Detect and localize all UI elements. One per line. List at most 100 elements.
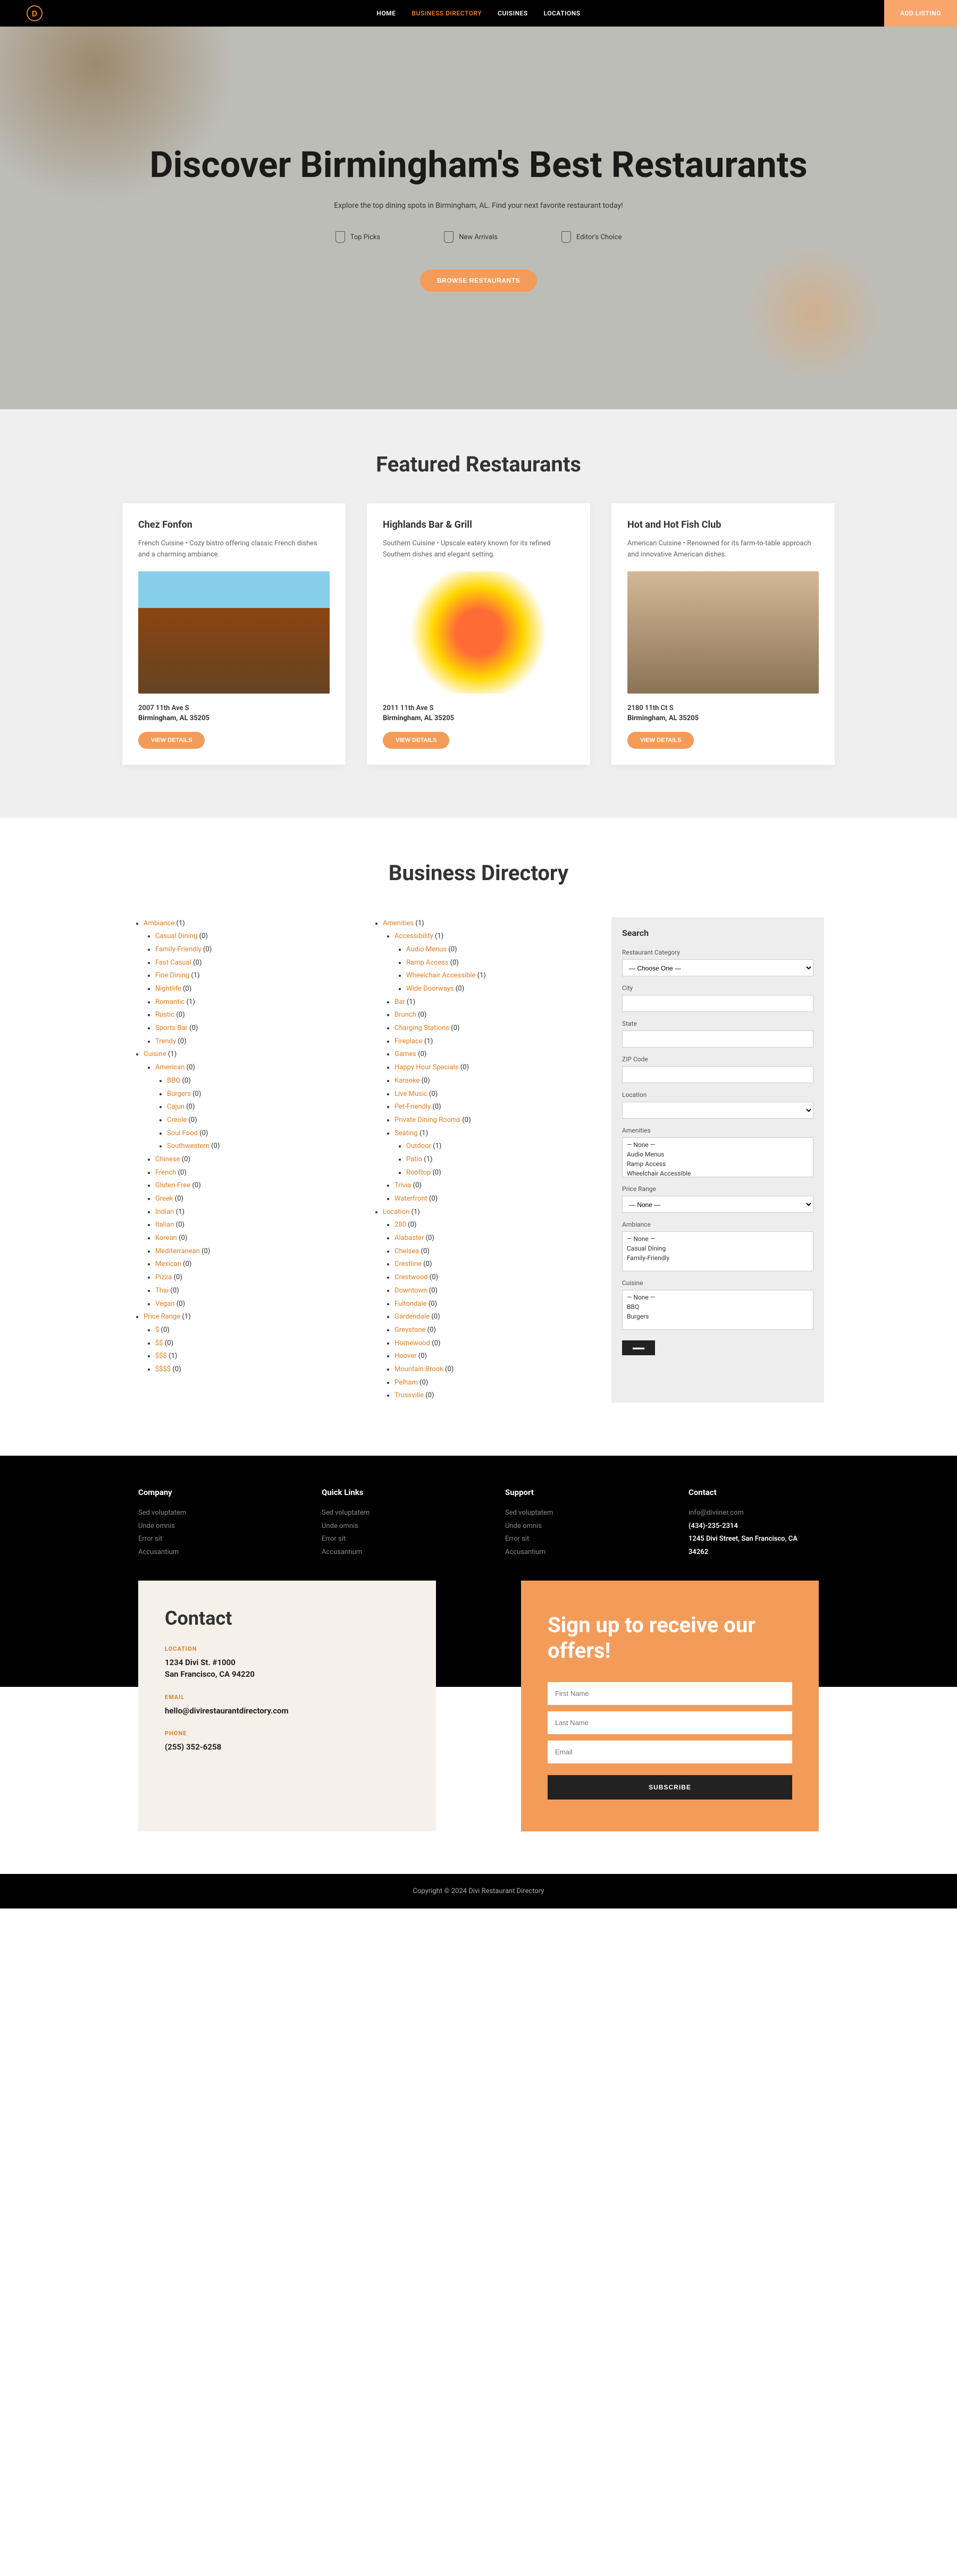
directory-link[interactable]: Crestwood xyxy=(394,1273,428,1281)
directory-link[interactable]: Chinese xyxy=(155,1155,180,1163)
directory-link[interactable]: Charging Stations xyxy=(394,1024,449,1032)
directory-link[interactable]: $ xyxy=(155,1326,159,1334)
directory-link[interactable]: Mexican xyxy=(155,1260,181,1268)
directory-link[interactable]: Ramp Access xyxy=(406,959,448,967)
directory-link[interactable]: French xyxy=(155,1169,176,1177)
input-state[interactable] xyxy=(622,1031,813,1048)
directory-link[interactable]: Wide Doorways xyxy=(406,985,454,993)
select-location[interactable] xyxy=(622,1102,813,1119)
directory-link[interactable]: Cuisine xyxy=(144,1050,166,1058)
directory-link[interactable]: Alabaster xyxy=(394,1234,424,1242)
directory-link[interactable]: Southwestern xyxy=(167,1142,209,1150)
directory-link[interactable]: Games xyxy=(394,1050,416,1058)
select-price[interactable]: — None — xyxy=(622,1196,813,1213)
directory-link[interactable]: Italian xyxy=(155,1221,174,1229)
directory-link[interactable]: Downtown xyxy=(394,1287,427,1295)
directory-link[interactable]: Casual Dining xyxy=(155,932,197,940)
directory-link[interactable]: Sports Bar xyxy=(155,1024,188,1032)
footer-link[interactable]: Unde omnis xyxy=(138,1520,268,1533)
nav-cuisines[interactable]: CUISINES xyxy=(498,10,528,17)
search-submit-button[interactable]: ▬▬ xyxy=(622,1340,655,1355)
directory-link[interactable]: Fine Dining xyxy=(155,972,189,979)
directory-link[interactable]: Burgers xyxy=(167,1090,191,1098)
directory-link[interactable]: Trussville xyxy=(394,1391,424,1399)
directory-link[interactable]: American xyxy=(155,1063,184,1071)
directory-link[interactable]: Pet-Friendly xyxy=(394,1103,431,1111)
multi-ambiance[interactable]: — None —Casual DiningFamily-Friendly xyxy=(622,1231,813,1271)
directory-link[interactable]: Greystone xyxy=(394,1326,425,1334)
nav-business-directory[interactable]: BUSINESS DIRECTORY xyxy=(412,10,482,17)
input-city[interactable] xyxy=(622,995,813,1012)
directory-link[interactable]: Hoover xyxy=(394,1352,417,1360)
footer-link[interactable]: Error sit xyxy=(505,1533,635,1546)
subscribe-button[interactable]: SUBSCRIBE xyxy=(548,1775,792,1800)
nav-home[interactable]: HOME xyxy=(376,10,396,17)
directory-link[interactable]: Soul Food xyxy=(167,1129,198,1137)
directory-link[interactable]: Ambiance xyxy=(144,919,174,927)
directory-link[interactable]: Gluten-Free xyxy=(155,1181,190,1189)
directory-link[interactable]: Rooftop xyxy=(406,1169,431,1177)
directory-link[interactable]: Waterfront xyxy=(394,1195,427,1203)
input-email[interactable] xyxy=(548,1741,792,1763)
multi-option[interactable]: Burgers xyxy=(625,1312,811,1321)
multi-option[interactable]: — None — xyxy=(625,1293,811,1302)
footer-link[interactable]: Error sit xyxy=(138,1533,268,1546)
directory-link[interactable]: Bar xyxy=(394,998,405,1006)
directory-link[interactable]: Fultondale xyxy=(394,1300,427,1308)
multi-option[interactable]: Ramp Access xyxy=(625,1159,811,1169)
select-category[interactable]: — Choose One — xyxy=(622,959,813,976)
footer-link[interactable]: Sed voluptatem xyxy=(322,1507,452,1520)
footer-link[interactable]: info@diviiner.com xyxy=(689,1507,819,1520)
multi-option[interactable]: Wheelchair Accessible xyxy=(625,1169,811,1177)
directory-link[interactable]: $$$$ xyxy=(155,1365,171,1373)
directory-link[interactable]: Greek xyxy=(155,1195,173,1203)
footer-link[interactable]: Sed voluptatem xyxy=(138,1507,268,1520)
directory-link[interactable]: Crestline xyxy=(394,1260,422,1268)
multi-option[interactable]: Audio Menus xyxy=(625,1150,811,1159)
footer-link[interactable]: Unde omnis xyxy=(322,1520,452,1533)
directory-link[interactable]: Karaoke xyxy=(394,1077,419,1085)
directory-link[interactable]: Happy Hour Specials xyxy=(394,1063,459,1071)
multi-option[interactable]: Family-Friendly xyxy=(625,1253,811,1263)
directory-link[interactable]: Homewood xyxy=(394,1339,430,1347)
nav-locations[interactable]: LOCATIONS xyxy=(544,10,581,17)
multi-option[interactable]: — None — xyxy=(625,1140,811,1150)
view-details-button[interactable]: VIEW DETAILS xyxy=(627,732,694,749)
directory-link[interactable]: Live Music xyxy=(394,1090,427,1098)
directory-link[interactable]: Mountain Brook xyxy=(394,1365,443,1373)
directory-link[interactable]: $$$ xyxy=(155,1352,167,1360)
directory-link[interactable]: 280 xyxy=(394,1221,406,1229)
footer-link[interactable]: Accusantium xyxy=(505,1546,635,1559)
input-last-name[interactable] xyxy=(548,1711,792,1734)
multi-option[interactable]: BBQ xyxy=(625,1302,811,1312)
directory-link[interactable]: BBQ xyxy=(167,1077,180,1085)
multi-amenities[interactable]: — None —Audio MenusRamp AccessWheelchair… xyxy=(622,1137,813,1177)
directory-link[interactable]: Creole xyxy=(167,1116,187,1124)
directory-link[interactable]: Nightlife xyxy=(155,985,181,993)
directory-link[interactable]: Pizza xyxy=(155,1273,172,1281)
view-details-button[interactable]: VIEW DETAILS xyxy=(383,732,449,749)
directory-link[interactable]: Price Range xyxy=(144,1313,180,1321)
logo[interactable]: D xyxy=(27,5,43,21)
directory-link[interactable]: Fast Casual xyxy=(155,959,191,967)
add-listing-button[interactable]: ADD LISTING xyxy=(884,0,957,27)
directory-link[interactable]: $$ xyxy=(155,1339,163,1347)
directory-link[interactable]: Brunch xyxy=(394,1011,416,1019)
directory-link[interactable]: Family-Friendly xyxy=(155,945,202,953)
directory-link[interactable]: Wheelchair Accessible xyxy=(406,972,475,979)
directory-link[interactable]: Romantic xyxy=(155,998,184,1006)
directory-link[interactable]: Pelham xyxy=(394,1379,418,1387)
browse-restaurants-button[interactable]: BROWSE RESTAURANTS xyxy=(420,269,537,292)
directory-link[interactable]: Audio Menus xyxy=(406,945,447,953)
directory-link[interactable]: Gardendale xyxy=(394,1313,430,1321)
input-first-name[interactable] xyxy=(548,1682,792,1705)
directory-link[interactable]: Vegan xyxy=(155,1300,174,1308)
footer-link[interactable]: Error sit xyxy=(322,1533,452,1546)
multi-cuisine[interactable]: — None —BBQBurgers xyxy=(622,1290,813,1330)
view-details-button[interactable]: VIEW DETAILS xyxy=(138,732,205,749)
multi-option[interactable]: — None — xyxy=(625,1234,811,1244)
input-zip[interactable] xyxy=(622,1066,813,1083)
directory-link[interactable]: Seating xyxy=(394,1129,418,1137)
footer-link[interactable]: Sed voluptatem xyxy=(505,1507,635,1520)
directory-link[interactable]: Amenities xyxy=(383,919,414,927)
